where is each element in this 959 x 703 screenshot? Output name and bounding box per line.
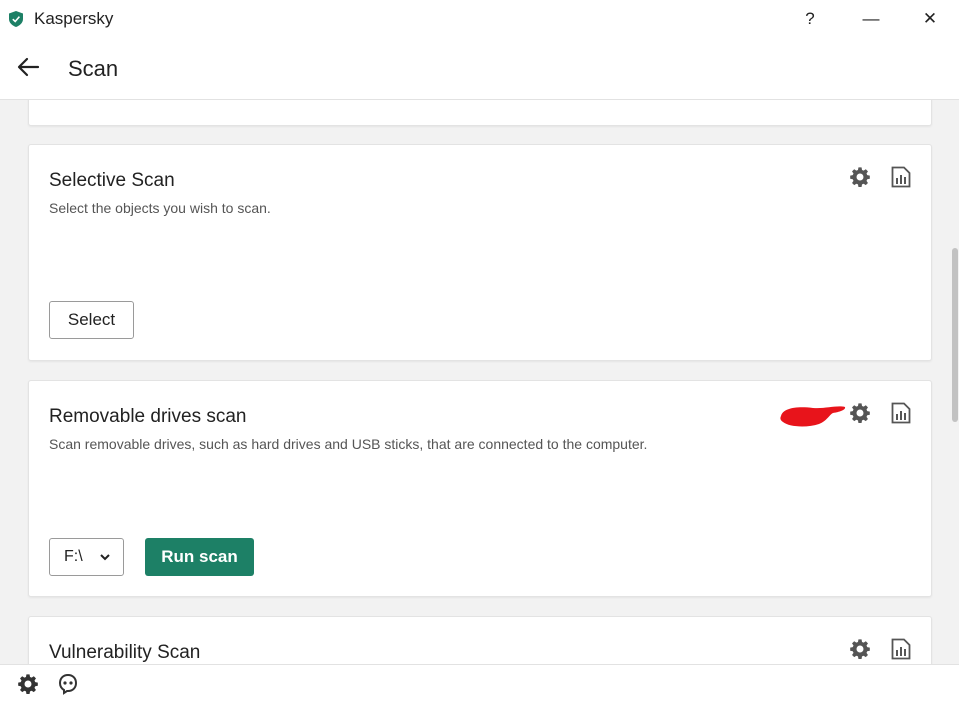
support-icon[interactable] [57,673,79,695]
gear-icon[interactable] [17,673,39,695]
footer-bar [0,664,959,703]
report-icon[interactable] [890,402,912,424]
scrollbar-thumb[interactable] [952,248,958,422]
page-header: Scan [0,38,959,100]
previous-scan-card [28,100,932,126]
gear-icon[interactable] [849,166,871,188]
removable-drives-scan-title: Removable drives scan [49,406,247,427]
scan-list[interactable]: Selective Scan Select the objects you wi… [0,100,959,664]
title-bar: Kaspersky ? — ✕ [0,0,959,38]
vulnerability-scan-title: Vulnerability Scan [49,642,201,663]
close-button[interactable]: ✕ [917,6,943,32]
gear-icon[interactable] [849,402,871,424]
select-button[interactable]: Select [49,301,134,339]
drive-select-value: F:\ [64,548,83,565]
chevron-down-icon [100,554,110,561]
kaspersky-shield-icon [9,11,23,27]
drive-select[interactable]: F:\ [49,538,124,576]
red-arrow-annotation [780,406,846,427]
vulnerability-scan-card: Vulnerability Scan [28,616,932,664]
removable-drives-scan-description: Scan removable drives, such as hard driv… [49,436,648,452]
page-title: Scan [68,56,119,81]
selective-scan-description: Select the objects you wish to scan. [49,200,271,216]
selective-scan-title: Selective Scan [49,170,175,191]
back-arrow-icon[interactable] [16,56,40,78]
app-title: Kaspersky [34,9,114,28]
report-icon[interactable] [890,166,912,188]
run-scan-button[interactable]: Run scan [145,538,254,576]
selective-scan-card: Selective Scan Select the objects you wi… [28,144,932,361]
minimize-button[interactable]: — [858,6,884,32]
help-button[interactable]: ? [797,6,823,32]
report-icon[interactable] [890,638,912,660]
gear-icon[interactable] [849,638,871,660]
